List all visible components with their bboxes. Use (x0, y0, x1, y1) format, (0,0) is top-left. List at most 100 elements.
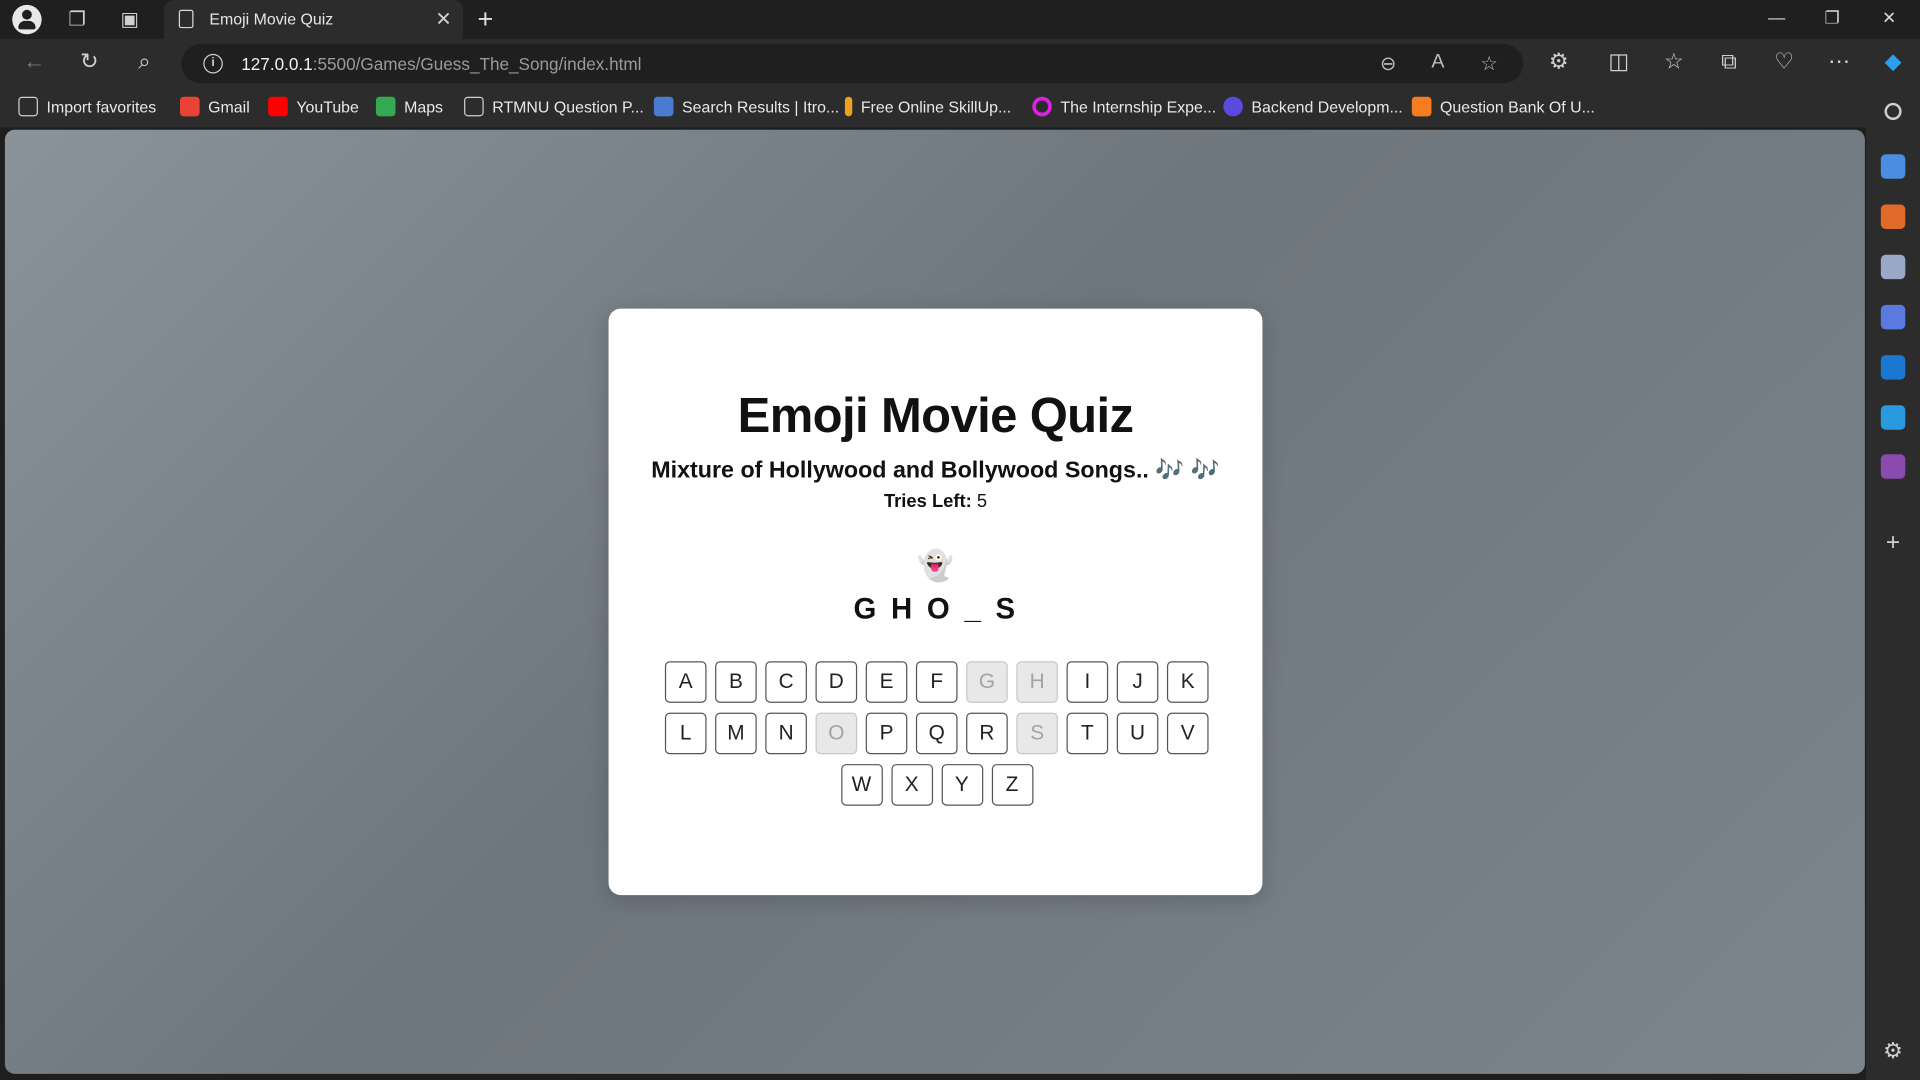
letter-key-k[interactable]: K (1166, 661, 1209, 703)
navigation-bar: ← ↻ ⌕ i 127.0.0.1:5500/Games/Guess_The_S… (0, 39, 1920, 89)
new-tab-button[interactable]: + (478, 4, 494, 36)
letter-key-q[interactable]: Q (915, 712, 958, 755)
tools-icon[interactable] (1880, 204, 1906, 229)
games-icon[interactable] (1880, 254, 1906, 280)
blogger-icon (1411, 96, 1432, 117)
youtube-icon (268, 96, 288, 117)
letter-key-v[interactable]: V (1166, 712, 1209, 755)
backend-icon (1223, 96, 1243, 117)
restore-icon[interactable]: ❐ (1824, 7, 1839, 28)
split-screen-icon[interactable]: ◫ (1604, 49, 1633, 75)
bookmark-backend[interactable]: Backend Developm... (1223, 96, 1403, 117)
letter-key-e[interactable]: E (865, 661, 908, 703)
copilot-sidebar-icon[interactable] (1880, 304, 1906, 330)
refresh-icon[interactable]: ↻ (75, 49, 104, 75)
shopping-icon[interactable] (1880, 154, 1906, 179)
letter-key-n[interactable]: N (765, 712, 807, 755)
skillup-icon (844, 96, 853, 117)
bookmark-question-bank[interactable]: Question Bank Of U... (1411, 96, 1595, 117)
letter-key-c[interactable]: C (765, 661, 807, 703)
browser-essentials-icon[interactable]: ♡ (1769, 49, 1798, 75)
letter-key-a[interactable]: A (664, 661, 707, 703)
keyboard-row: ABCDEFGHIJK (661, 661, 1212, 703)
bookmark-internship[interactable]: The Internship Expe... (1032, 96, 1216, 117)
page-viewport: Emoji Movie Quiz Mixture of Hollywood an… (4, 129, 1865, 1074)
letter-key-y[interactable]: Y (941, 764, 983, 806)
bookmark-import-favorites[interactable]: Import favorites (18, 96, 156, 117)
vertical-tabs-icon[interactable]: ▣ (115, 5, 144, 34)
itro-icon (653, 96, 674, 117)
profile-avatar-icon[interactable] (12, 4, 42, 35)
back-icon[interactable]: ← (20, 49, 49, 75)
bookmark-rtmnu[interactable]: RTMNU Question P... (464, 96, 644, 117)
word-display: GHO_S (853, 592, 1030, 626)
internship-icon (1032, 96, 1052, 117)
letter-key-z[interactable]: Z (991, 764, 1033, 806)
quiz-card: Emoji Movie Quiz Mixture of Hollywood an… (608, 308, 1263, 896)
bookmarks-bar: Import favorites Gmail YouTube Maps RTMN… (0, 88, 1920, 128)
minimize-icon[interactable]: — (1768, 7, 1785, 27)
letter-key-m[interactable]: M (715, 712, 757, 755)
letter-key-d[interactable]: D (815, 661, 858, 703)
favorites-icon[interactable]: ☆ (1659, 49, 1688, 75)
sidebar-settings-icon[interactable]: ⚙ (1881, 1038, 1905, 1062)
document-icon (178, 9, 194, 29)
workspaces-icon[interactable]: ❐ (62, 5, 91, 34)
letter-key-l[interactable]: L (664, 712, 707, 755)
browser-titlebar: ❐ ▣ Emoji Movie Quiz ✕ + — ❐ ✕ (0, 0, 1920, 40)
letter-key-o: O (815, 712, 858, 755)
sidebar-search-icon[interactable] (1884, 102, 1902, 121)
letter-key-f[interactable]: F (915, 661, 958, 703)
telegram-icon[interactable] (1880, 405, 1906, 430)
more-menu-icon[interactable]: ⋯ (1824, 49, 1853, 75)
tries-value: 5 (976, 491, 988, 512)
address-bar[interactable]: i 127.0.0.1:5500/Games/Guess_The_Song/in… (181, 44, 1524, 84)
letter-keyboard: ABCDEFGHIJK LMNOPQRSTUV WXYZ (661, 661, 1212, 815)
letter-key-w[interactable]: W (840, 764, 883, 806)
edge-sidebar: + ⚙ (1866, 88, 1920, 1080)
bing-icon[interactable] (1880, 454, 1906, 479)
site-info-icon[interactable]: i (203, 53, 223, 74)
keyboard-row: LMNOPQRSTUV (661, 712, 1212, 755)
letter-key-u[interactable]: U (1116, 712, 1159, 755)
close-tab-icon[interactable]: ✕ (435, 7, 451, 31)
tries-left: Tries Left: 5 (609, 491, 1263, 512)
letter-key-r[interactable]: R (966, 712, 1008, 755)
gmail-icon (180, 96, 200, 117)
add-sidebar-app-icon[interactable]: + (1881, 530, 1905, 555)
bookmark-gmail[interactable]: Gmail (180, 96, 250, 117)
tries-label: Tries Left: (883, 491, 972, 512)
tab-title: Emoji Movie Quiz (209, 9, 334, 29)
zoom-out-icon[interactable]: ⊖ (1380, 51, 1396, 75)
letter-key-t[interactable]: T (1066, 712, 1109, 755)
document-icon (464, 96, 484, 117)
copilot-icon[interactable]: ◆ (1878, 49, 1907, 75)
letter-key-x[interactable]: X (890, 764, 933, 806)
url-text[interactable]: 127.0.0.1:5500/Games/Guess_The_Song/inde… (241, 54, 641, 74)
keyboard-row: WXYZ (661, 764, 1212, 806)
close-window-icon[interactable]: ✕ (1882, 7, 1896, 28)
bookmark-maps[interactable]: Maps (375, 96, 443, 117)
read-aloud-icon[interactable]: A (1431, 51, 1444, 73)
bookmark-youtube[interactable]: YouTube (268, 96, 359, 117)
letter-key-p[interactable]: P (865, 712, 908, 755)
import-icon (18, 96, 38, 117)
favorite-star-icon[interactable]: ☆ (1480, 51, 1498, 75)
search-icon[interactable]: ⌕ (130, 49, 159, 75)
tab-active[interactable]: Emoji Movie Quiz ✕ (164, 0, 463, 40)
bookmark-search-results[interactable]: Search Results | Itro... (653, 96, 839, 117)
letter-key-s: S (1016, 712, 1058, 755)
game-subtitle: Mixture of Hollywood and Bollywood Songs… (651, 457, 1220, 484)
letter-key-j[interactable]: J (1116, 661, 1159, 703)
letter-key-g: G (966, 661, 1008, 703)
maps-icon (375, 96, 396, 117)
letter-key-h: H (1016, 661, 1058, 703)
collections-icon[interactable]: ⧉ (1714, 49, 1743, 75)
emoji-hint: 👻 (917, 549, 954, 583)
letter-key-b[interactable]: B (715, 661, 757, 703)
letter-key-i[interactable]: I (1066, 661, 1109, 703)
outlook-icon[interactable] (1880, 355, 1906, 380)
game-title: Emoji Movie Quiz (737, 389, 1134, 444)
bookmark-skillup[interactable]: Free Online SkillUp... (844, 96, 1011, 117)
extensions-icon[interactable]: ⚙ (1544, 49, 1573, 75)
